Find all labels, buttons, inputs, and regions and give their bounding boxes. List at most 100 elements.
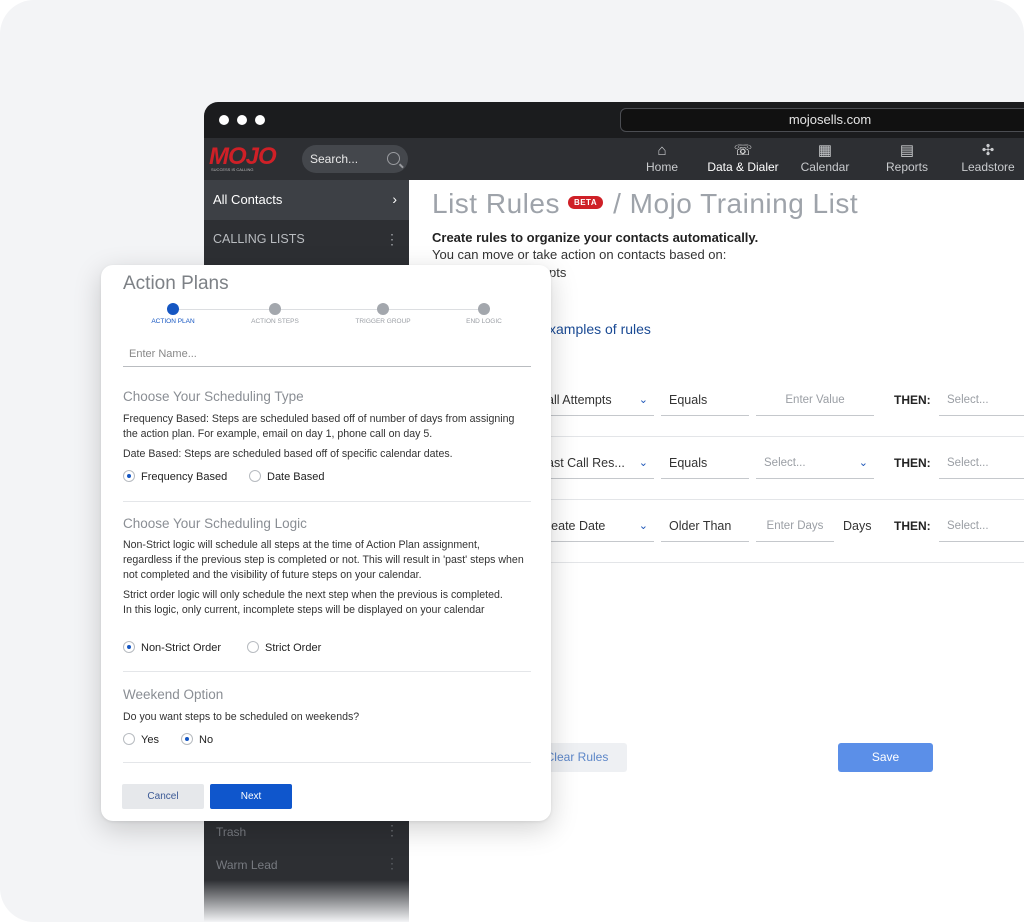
window-dot-icon[interactable] xyxy=(237,115,247,125)
then-label: THEN: xyxy=(894,393,931,407)
plan-name-input[interactable]: Enter Name... xyxy=(123,341,531,367)
step-dot-action-plan[interactable] xyxy=(167,303,179,315)
rule-days-input[interactable]: Enter Days xyxy=(756,510,834,542)
radio-non-strict-order[interactable]: Non-Strict Order xyxy=(123,641,222,654)
rule-action-select[interactable]: Select... xyxy=(939,510,1024,542)
save-button[interactable]: Save xyxy=(838,743,933,772)
chevron-down-icon: ⌄ xyxy=(638,457,648,469)
frequency-description: Frequency Based: Steps are scheduled bas… xyxy=(123,413,515,440)
kebab-menu-icon[interactable]: ⋮ xyxy=(385,220,399,259)
radio-label: Date Based xyxy=(267,471,325,483)
nav-calendar[interactable]: ▦ Calendar xyxy=(794,142,856,178)
nav-data-dialer[interactable]: ☏ Data & Dialer xyxy=(701,142,785,178)
sidebar-section-label: CALLING LISTS xyxy=(213,232,305,246)
page-description-partial: pts xyxy=(549,265,567,280)
radio-unchecked-icon xyxy=(247,641,259,654)
rule-operator-select[interactable]: Equals xyxy=(661,384,749,416)
page-title-suffix: / Mojo Training List xyxy=(613,188,859,219)
rule-action-select[interactable]: Select... xyxy=(939,447,1024,479)
radio-unchecked-icon xyxy=(249,470,261,483)
step-label-action-steps: ACTION STEPS xyxy=(251,318,299,325)
rule-action-select[interactable]: Select... xyxy=(939,384,1024,416)
section-divider xyxy=(123,501,531,502)
sidebar-item-warm-lead[interactable]: Warm Lead xyxy=(216,858,278,872)
section-title-weekend: Weekend Option xyxy=(123,687,224,702)
reports-icon: ▤ xyxy=(899,142,915,159)
radio-label: Frequency Based xyxy=(141,471,228,483)
radio-unchecked-icon xyxy=(123,733,135,746)
kebab-menu-icon[interactable]: ⋮ xyxy=(385,822,399,839)
page-description: You can move or take action on contacts … xyxy=(432,247,727,262)
top-navigation: MOJO SUCCESS IS CALLING Search... ⌂ Home… xyxy=(204,138,1024,180)
stepper-track xyxy=(173,309,484,310)
leadstore-icon: ✣ xyxy=(981,142,995,159)
rule-field-select[interactable]: ast Call Res... ⌄ xyxy=(539,447,654,479)
section-title-scheduling-logic: Choose Your Scheduling Logic xyxy=(123,516,307,531)
page-title: List Rules BETA / Mojo Training List xyxy=(432,188,858,220)
sidebar-section-calling-lists[interactable]: CALLING LISTS ⋮ xyxy=(204,219,409,258)
rule-operator-select[interactable]: Older Than xyxy=(661,510,749,542)
search-placeholder: Search... xyxy=(310,152,359,166)
nav-home[interactable]: ⌂ Home xyxy=(632,142,692,178)
rule-value-placeholder: Select... xyxy=(764,457,806,469)
radio-frequency-based[interactable]: Frequency Based xyxy=(123,470,228,483)
rule-field-value: reate Date xyxy=(547,519,606,533)
then-label: THEN: xyxy=(894,456,931,470)
search-input[interactable]: Search... xyxy=(302,145,408,173)
window-dot-icon[interactable] xyxy=(219,115,229,125)
radio-checked-icon xyxy=(123,641,135,654)
then-label: THEN: xyxy=(894,519,931,533)
nav-label: Calendar xyxy=(800,160,850,174)
nav-label: Home xyxy=(645,160,678,174)
sidebar-item-label: All Contacts xyxy=(213,192,283,207)
phone-icon: ☏ xyxy=(733,142,753,159)
step-dot-action-steps[interactable] xyxy=(269,303,281,315)
chevron-right-icon: › xyxy=(392,191,397,207)
step-label-end-logic: END LOGIC xyxy=(466,318,502,325)
radio-label: Non-Strict Order xyxy=(141,642,222,654)
home-icon: ⌂ xyxy=(657,142,667,159)
radio-weekend-yes[interactable]: Yes xyxy=(123,733,159,746)
modal-title: Action Plans xyxy=(123,273,229,294)
rule-value-select[interactable]: Select... ⌄ xyxy=(756,447,874,479)
nav-reports[interactable]: ▤ Reports xyxy=(876,142,938,178)
step-dot-trigger-group[interactable] xyxy=(377,303,389,315)
sidebar-fade xyxy=(204,880,409,922)
cancel-button[interactable]: Cancel xyxy=(122,784,204,809)
chevron-down-icon: ⌄ xyxy=(638,394,648,406)
non-strict-description: Non-Strict logic will schedule all steps… xyxy=(123,539,524,581)
kebab-menu-icon[interactable]: ⋮ xyxy=(385,855,399,872)
examples-link[interactable]: xamples of rules xyxy=(549,321,651,337)
step-dot-end-logic[interactable] xyxy=(478,303,490,315)
rule-field-select[interactable]: reate Date ⌄ xyxy=(539,510,654,542)
nav-label: Leadstore xyxy=(961,160,1015,174)
rule-field-value: ast Call Res... xyxy=(547,456,625,470)
step-label-action-plan: ACTION PLAN xyxy=(151,318,195,325)
date-description: Date Based: Steps are scheduled based of… xyxy=(123,448,453,460)
window-dot-icon[interactable] xyxy=(255,115,265,125)
section-divider xyxy=(123,671,531,672)
radio-checked-icon xyxy=(123,470,135,483)
page-title-text: List Rules xyxy=(432,188,560,219)
nav-label: Reports xyxy=(885,160,929,174)
next-button[interactable]: Next xyxy=(210,784,292,809)
days-unit-label: Days xyxy=(843,519,872,533)
nav-leadstore[interactable]: ✣ Leadstore xyxy=(956,142,1020,178)
rule-field-select[interactable]: all Attempts ⌄ xyxy=(539,384,654,416)
page-subtitle: Create rules to organize your contacts a… xyxy=(432,230,759,245)
radio-strict-order[interactable]: Strict Order xyxy=(247,641,322,654)
radio-label: Strict Order xyxy=(265,642,322,654)
radio-weekend-no[interactable]: No xyxy=(181,733,213,746)
weekend-question: Do you want steps to be scheduled on wee… xyxy=(123,711,360,723)
rule-value-input[interactable]: Enter Value xyxy=(756,384,874,416)
sidebar-item-trash[interactable]: Trash xyxy=(216,825,246,839)
rule-operator-select[interactable]: Equals xyxy=(661,447,749,479)
mojo-logo[interactable]: MOJO SUCCESS IS CALLING xyxy=(209,143,277,173)
chevron-down-icon: ⌄ xyxy=(638,520,648,532)
step-label-trigger-group: TRIGGER GROUP xyxy=(355,318,411,325)
rule-field-value: all Attempts xyxy=(547,393,612,407)
radio-date-based[interactable]: Date Based xyxy=(249,470,325,483)
sidebar-item-all-contacts[interactable]: All Contacts › xyxy=(204,180,409,219)
search-icon[interactable] xyxy=(387,152,400,165)
url-bar[interactable]: mojosells.com xyxy=(620,108,1024,132)
